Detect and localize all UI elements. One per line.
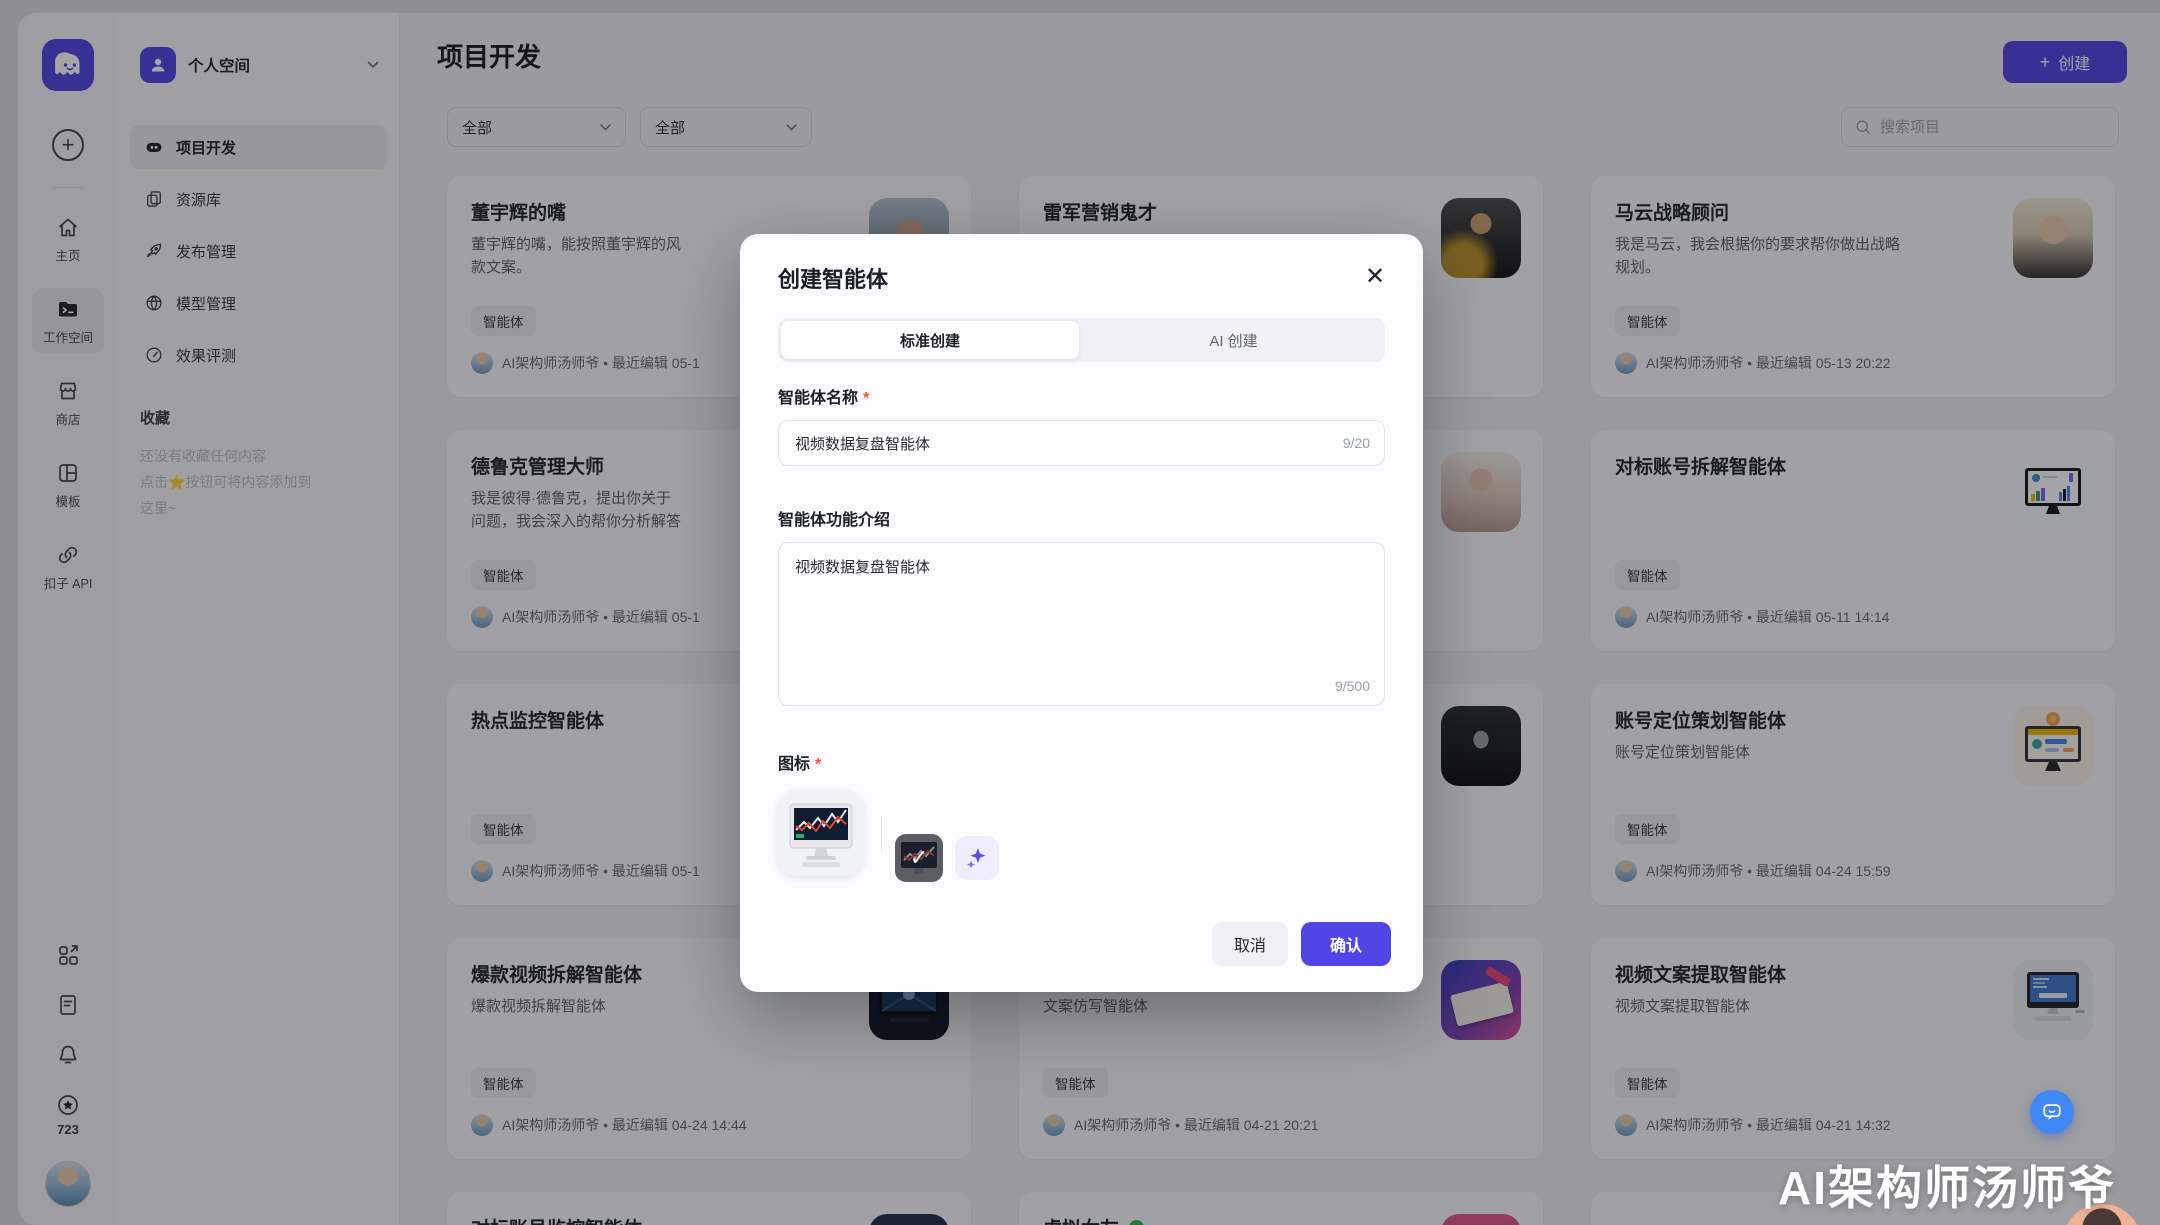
modal-title: 创建智能体 — [778, 267, 889, 292]
sparkle-icon — [967, 848, 986, 869]
icon-divider — [881, 816, 882, 852]
create-agent-modal: 创建智能体 ✕ 标准创建 AI 创建 智能体名称* 9/20 智能体功能介绍 视… — [740, 234, 1423, 992]
agent-intro-label: 智能体功能介绍 — [778, 512, 891, 529]
intro-char-counter: 9/500 — [1334, 678, 1370, 694]
required-mark: * — [863, 390, 870, 407]
name-char-counter: 9/20 — [1342, 435, 1370, 451]
modal-tabs: 标准创建 AI 创建 — [778, 318, 1385, 362]
agent-intro-input[interactable]: 视频数据复盘智能体 — [779, 543, 1384, 661]
icon-label: 图标 * — [778, 756, 822, 773]
tab-standard-create[interactable]: 标准创建 — [781, 321, 1079, 359]
tab-ai-create[interactable]: AI 创建 — [1082, 318, 1385, 362]
chat-fab-button[interactable] — [2030, 1090, 2074, 1134]
icon-preview[interactable] — [778, 790, 864, 876]
agent-name-label: 智能体名称 * — [778, 390, 870, 407]
required-mark: * — [815, 756, 822, 773]
agent-name-field: 9/20 — [778, 420, 1385, 466]
screen: + 主页 工作空间 商店 模板 扣子 API 723 个人空间 项目开发 资源库… — [0, 0, 2160, 1225]
close-icon[interactable]: ✕ — [1357, 258, 1393, 294]
confirm-button[interactable]: 确认 — [1301, 922, 1391, 966]
agent-intro-field: 视频数据复盘智能体 9/500 — [778, 542, 1385, 706]
ai-generate-icon-button[interactable] — [955, 836, 999, 880]
cancel-button[interactable]: 取消 — [1212, 922, 1288, 966]
watermark-text: AI架构师汤师爷 — [1778, 1162, 2116, 1214]
chat-bubble-icon — [2043, 1104, 2061, 1120]
icon-option-selected[interactable] — [895, 834, 943, 882]
agent-name-input[interactable] — [779, 434, 1343, 452]
